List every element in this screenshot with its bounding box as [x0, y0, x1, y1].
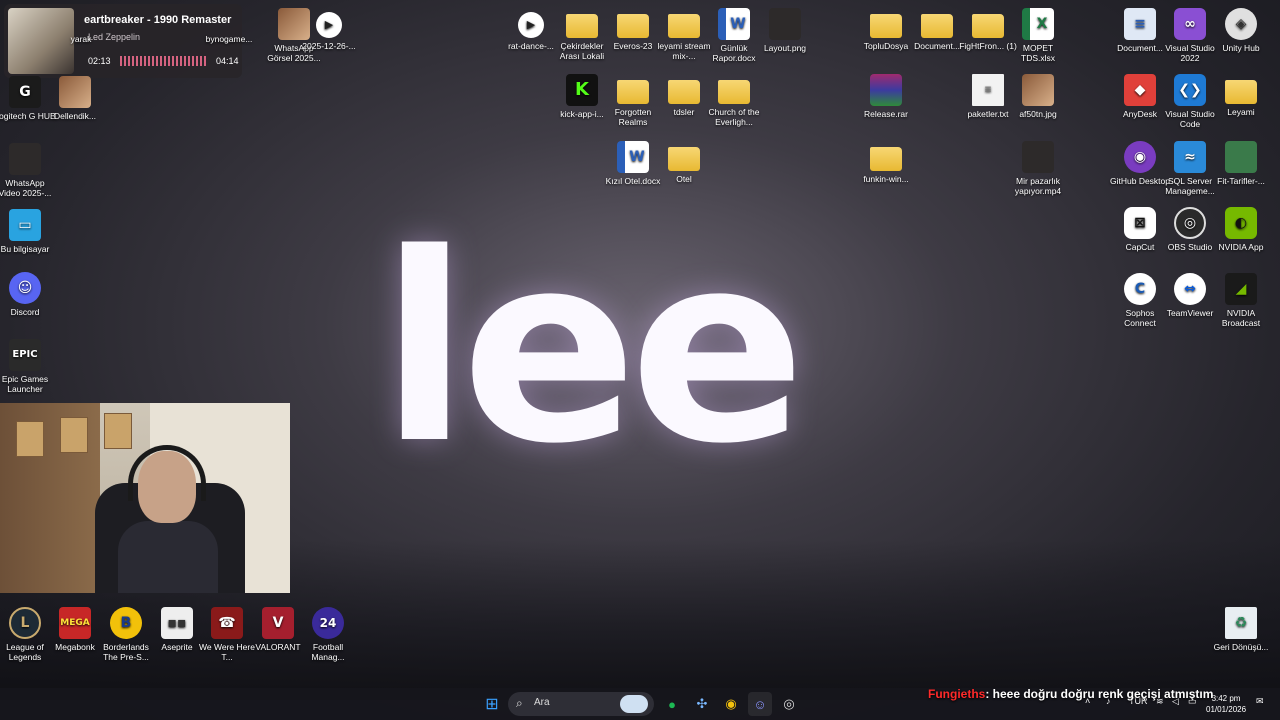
search-placeholder: Ara: [534, 697, 550, 708]
obs-taskbar-icon[interactable]: ◎: [777, 692, 801, 716]
chat-username: Fungieths: [928, 687, 986, 701]
wallpaper-text: lee: [380, 199, 806, 501]
folder-icon: [668, 147, 700, 171]
vscode-icon: ❮❯: [1174, 74, 1206, 106]
folder-icon: [668, 14, 700, 38]
image-icon: [1022, 74, 1054, 106]
video-thumbnail-icon: [1022, 141, 1054, 173]
image-icon: [769, 8, 801, 40]
excel-icon: X: [1022, 8, 1054, 40]
teamviewer-icon: ⇔: [1174, 273, 1206, 305]
we-were-here-icon: ☎: [211, 607, 243, 639]
desktop-icon-nvidia-broadcast[interactable]: ◢ NVIDIA Broadcast: [1210, 273, 1272, 328]
folder-icon: [972, 14, 1004, 38]
folder-icon: [870, 147, 902, 171]
stream-chat-message: Fungieths: heee doğru doğru renk geçişi …: [928, 687, 1213, 701]
folder-icon: [718, 80, 750, 104]
sql-server-icon: ≈: [1174, 141, 1206, 173]
image-icon: [59, 76, 91, 108]
start-button[interactable]: ⊞: [480, 692, 504, 716]
desktop-icon-discord[interactable]: ☺ Discord: [0, 272, 56, 317]
desktop-icon-release-rar[interactable]: Release.rar: [855, 74, 917, 119]
chrome-icon[interactable]: ◉: [719, 692, 743, 716]
taskbar-search[interactable]: ⌕ Ara: [508, 692, 654, 716]
desktop-icon-af50tn[interactable]: af50tn.jpg: [1007, 74, 1069, 119]
weather-icon: [620, 695, 648, 713]
total-time: 04:14: [216, 56, 239, 66]
visual-studio-icon: ∞: [1174, 8, 1206, 40]
word-document-icon: W: [718, 8, 750, 40]
folder-icon: [870, 14, 902, 38]
desktop-icon-leyami[interactable]: Leyami: [1210, 74, 1272, 117]
desktop-icon-mir-pazarlik[interactable]: Mir pazarlık yapıyor.mp4: [1007, 141, 1069, 196]
logitech-icon: G: [9, 76, 41, 108]
borderlands-icon: B: [110, 607, 142, 639]
obs-icon: ◎: [1174, 207, 1206, 239]
desktop-icon-dellendik[interactable]: Dellendik...: [44, 76, 106, 121]
desktop-icon-fit-tarifler[interactable]: Fit-Tarifler-...: [1210, 141, 1272, 186]
webcam-poster: [60, 417, 88, 453]
anydesk-icon: ◆: [1124, 74, 1156, 106]
desktop-icon-yarak[interactable]: yarak: [50, 34, 112, 44]
track-title: eartbreaker - 1990 Remaster: [84, 14, 232, 26]
desktop-icon-bynogame[interactable]: bynogame...: [198, 34, 260, 44]
folder-icon: [617, 80, 649, 104]
desktop-icon-epic-games[interactable]: EPIC Epic Games Launcher: [0, 339, 56, 394]
aseprite-icon: ▪▪: [161, 607, 193, 639]
kick-icon: K: [566, 74, 598, 106]
desktop-icon-church[interactable]: Church of the Everligh...: [703, 74, 765, 127]
webcam-poster: [16, 421, 44, 457]
waveform: [120, 56, 206, 66]
sophos-icon: C: [1124, 273, 1156, 305]
folder-icon: [617, 14, 649, 38]
desktop-icon-layout-png[interactable]: Layout.png: [754, 8, 816, 53]
video-icon: ▶: [518, 12, 544, 38]
desktop-icon-whatsapp-video[interactable]: WhatsApp Video 2025-...: [0, 143, 56, 198]
chat-text: : heee doğru doğru renk geçişi atmıştım: [985, 687, 1214, 701]
desktop-icon-funkin[interactable]: funkin-win...: [855, 141, 917, 184]
document-icon: ≡: [1124, 8, 1156, 40]
spotify-icon[interactable]: ●: [660, 692, 684, 716]
webcam-person-body: [118, 521, 218, 593]
notification-icon[interactable]: ✉: [1256, 696, 1264, 707]
discord-icon: ☺: [9, 272, 41, 304]
image-icon: [1225, 141, 1257, 173]
capcut-icon: ⊠: [1124, 207, 1156, 239]
github-icon: ◉: [1124, 141, 1156, 173]
text-file-icon: ≡: [972, 74, 1004, 106]
desktop-icon-football-manager[interactable]: 24 Football Manag...: [297, 607, 359, 662]
folder-icon: [566, 14, 598, 38]
desktop-icon-video-2025[interactable]: ▶ 2025-12-26-...: [298, 8, 360, 51]
recycle-bin-icon: ♻: [1225, 607, 1257, 639]
nvidia-icon: ◐: [1225, 207, 1257, 239]
video-thumbnail-icon: [9, 143, 41, 175]
desktop-icon-nvidia-app[interactable]: ◐ NVIDIA App: [1210, 207, 1272, 252]
nvidia-broadcast-icon: ◢: [1225, 273, 1257, 305]
elapsed-time: 02:13: [88, 56, 111, 66]
folder-icon: [1225, 80, 1257, 104]
clock-date: 01/01/2026: [1206, 705, 1247, 714]
webcam-poster: [104, 413, 132, 449]
desktop-icon-otel[interactable]: Otel: [653, 141, 715, 184]
epic-games-icon: EPIC: [9, 339, 41, 371]
word-document-icon: W: [617, 141, 649, 173]
computer-icon: ▭: [9, 209, 41, 241]
folder-icon: [668, 80, 700, 104]
football-manager-icon: 24: [312, 607, 344, 639]
network-app-icon[interactable]: ✣: [690, 692, 714, 716]
league-of-legends-icon: L: [9, 607, 41, 639]
desktop-icon-unity-hub[interactable]: ◈ Unity Hub: [1210, 8, 1272, 53]
megabonk-icon: MEGA: [59, 607, 91, 639]
search-icon: ⌕: [516, 696, 523, 710]
desktop-icon-mopet[interactable]: X MOPET TDS.xlsx: [1007, 8, 1069, 63]
desktop-icon-bu-bilgisayar[interactable]: ▭ Bu bilgisayar: [0, 209, 56, 254]
valorant-icon: V: [262, 607, 294, 639]
archive-icon: [870, 74, 902, 106]
desktop-icon-recycle-bin[interactable]: ♻ Geri Dönüşü...: [1210, 607, 1272, 652]
video-icon: ▶: [316, 12, 342, 38]
discord-taskbar-icon[interactable]: ☺: [748, 692, 772, 716]
unity-icon: ◈: [1225, 8, 1257, 40]
webcam-overlay: [0, 403, 290, 593]
folder-icon: [921, 14, 953, 38]
